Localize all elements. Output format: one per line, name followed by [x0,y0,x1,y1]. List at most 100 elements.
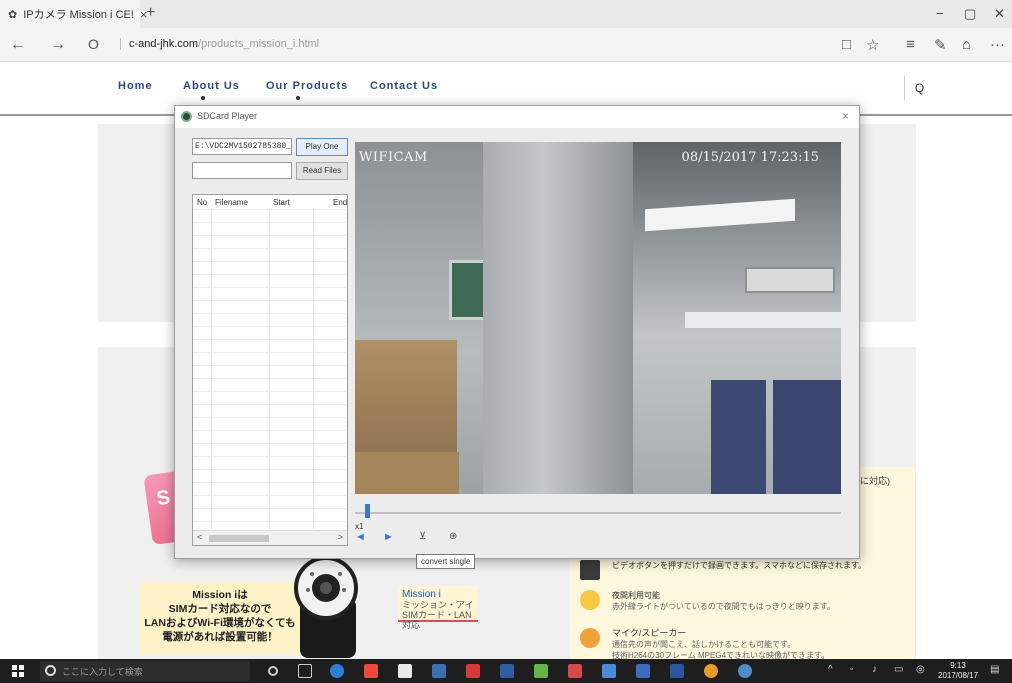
nav-home[interactable]: Home [118,80,153,92]
notifications-icon[interactable]: ▤ [990,664,999,675]
seek-slider[interactable] [355,512,841,514]
word-icon[interactable] [670,664,684,678]
app-icon-blue[interactable] [738,664,752,678]
video-scene-box [355,340,457,460]
network-icon[interactable]: ◦ [850,664,854,675]
speaker-icon [580,628,600,648]
player-close-icon[interactable]: × [842,109,849,123]
video-scene-light [685,312,841,328]
favorite-star-icon[interactable]: ☆ [866,36,879,54]
scroll-thumb[interactable] [209,535,269,542]
table-row-divider [193,430,347,431]
nav-our-products[interactable]: Our Products [266,80,348,92]
nav-dropdown-dot [296,96,300,100]
video-scene-pillar [483,142,633,494]
rewind-icon[interactable]: ◄ [355,531,366,543]
table-row-divider [193,339,347,340]
column-divider [211,209,212,529]
nav-dropdown-dot [201,96,205,100]
table-row-divider [193,235,347,236]
url-path: /products_mission_i.html [198,38,320,50]
volume-icon[interactable]: ♪ [872,664,877,675]
app-icon-red[interactable] [568,664,582,678]
convert-single-icon[interactable]: ⊻ [419,531,426,542]
mission-label-sub: SIMカード・LAN対応 [402,610,472,630]
app-icon-blue[interactable] [636,664,650,678]
table-row-divider [193,417,347,418]
forward-icon[interactable]: → [50,36,66,54]
horizontal-scrollbar[interactable]: < > [193,530,347,545]
scroll-right-icon[interactable]: > [338,532,343,542]
seek-slider-thumb[interactable] [364,504,370,518]
video-frame: WIFICAM 08/15/2017 17:23:15 [355,142,841,494]
share-icon[interactable]: ⌂ [962,36,971,53]
nav-contact-us[interactable]: Contact Us [370,80,438,92]
store-icon[interactable] [398,664,412,678]
app-icon-red[interactable] [466,664,480,678]
file-path-input[interactable]: E:\VDC2MV1502785380_1.264 [192,138,292,155]
browser-tab[interactable]: ✿ IPカメラ Mission i CE! × [0,0,147,28]
video-scene-vent [745,267,835,293]
video-scene-partition [773,380,841,494]
app-icon-orange[interactable] [704,664,718,678]
windows-start-icon[interactable] [12,665,24,677]
minimize-button[interactable]: − [936,6,944,21]
url-field[interactable]: c-and-jhk.com/products_mission_i.html [120,38,319,50]
folder-input[interactable] [192,162,292,179]
feature-title: マイク/スピーカー [612,628,687,638]
task-view-icon[interactable] [298,664,312,678]
table-row-divider [193,261,347,262]
clock-time: 9:13 [950,661,966,670]
player-title-bar: SDCard Player × [175,106,859,128]
back-icon[interactable]: ← [10,36,26,54]
taskbar: ここに入力して検索 ^ ◦ ♪ ▭ ◎ 9:13 2017/08/17 ▤ [0,659,1012,683]
column-no[interactable]: No [197,198,207,207]
clock-date: 2017/08/17 [938,671,979,680]
app-icon-blue[interactable] [500,664,514,678]
microphone-icon[interactable] [268,666,278,676]
column-start[interactable]: Start [273,198,290,207]
tab-bar: ✿ IPカメラ Mission i CE! × + − ▢ ✕ [0,0,1012,28]
read-files-button[interactable]: Read Files [296,162,348,180]
table-row-divider [193,508,347,509]
scroll-left-icon[interactable]: < [197,532,202,542]
table-row-divider [193,274,347,275]
feature-sub: 通信先の声が聞こえ、話しかけることも可能です。 [612,640,796,649]
more-icon[interactable]: ··· [990,36,1005,53]
tray-chevron-icon[interactable]: ^ [828,664,833,675]
record-icon [580,560,600,580]
window-close-button[interactable]: ✕ [994,6,1005,22]
app-icon [181,111,192,122]
side-note-text: に対応) [860,476,890,486]
keyboard-icon[interactable]: ▭ [894,664,903,675]
hub-icon[interactable]: ≡ [906,36,915,53]
app-icon-red[interactable] [364,664,378,678]
refresh-icon[interactable]: O [88,36,99,52]
fast-forward-icon[interactable]: ► [383,531,394,543]
site-search-icon[interactable]: Q [904,76,934,100]
table-row-divider [193,326,347,327]
app-icon-green[interactable] [534,664,548,678]
ime-icon[interactable]: ◎ [916,664,925,675]
new-tab-button[interactable]: + [146,4,155,22]
play-one-button[interactable]: Play One [296,138,348,156]
table-row-divider [193,443,347,444]
taskbar-search-input[interactable]: ここに入力して検索 [40,661,250,681]
edge-icon[interactable] [330,664,344,678]
feature-title: 夜間利用可能 [612,591,660,600]
nav-about-us[interactable]: About Us [183,80,240,92]
mission-label-card: Mission i ミッション・アイ SIMカード・LAN対応 [398,586,478,630]
column-filename[interactable]: Filename [215,198,248,207]
feature-text: ビデオボタンを押すだけで録画できます。スマホなどに保存されます。 [612,561,867,570]
clock[interactable]: 9:13 2017/08/17 [938,661,978,681]
app-icon-blue[interactable] [602,664,616,678]
column-end[interactable]: End [333,198,347,207]
file-list-table[interactable]: No Filename Start End < > [192,194,348,546]
reading-view-icon[interactable]: □ [842,36,851,53]
app-icon-blue[interactable] [432,664,446,678]
restore-button[interactable]: ▢ [964,6,976,22]
web-notes-icon[interactable]: ✎ [934,36,947,54]
snapshot-icon[interactable]: ⊕ [449,531,457,542]
table-row-divider [193,521,347,522]
table-row-divider [193,482,347,483]
